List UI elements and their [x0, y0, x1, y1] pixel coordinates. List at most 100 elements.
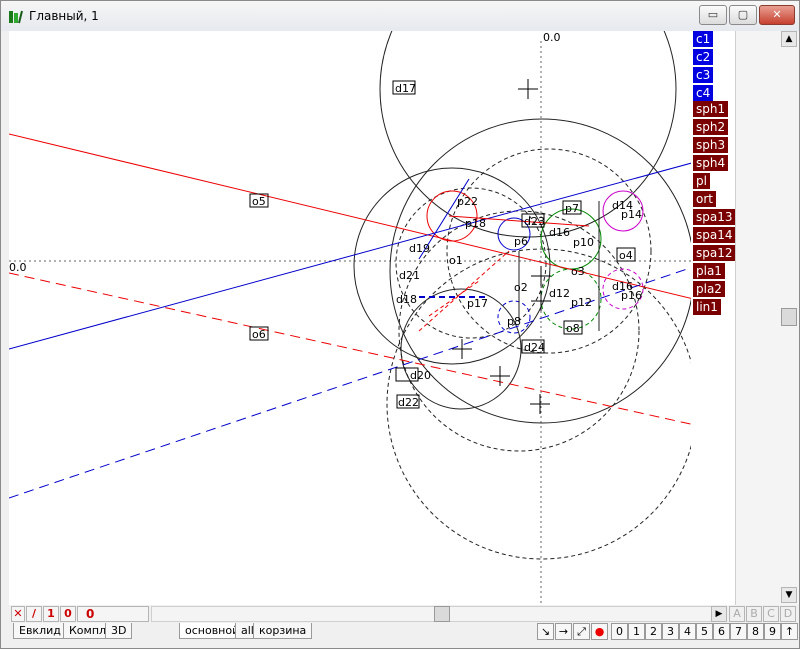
label-d16[interactable]: d16: [549, 226, 570, 239]
label-d24[interactable]: d24: [524, 341, 545, 354]
scroll-down-button[interactable]: ▼: [781, 587, 797, 603]
number-button-8[interactable]: 8: [747, 623, 764, 640]
vertical-scrollbar[interactable]: ▲ ▼: [735, 31, 799, 605]
label-d21[interactable]: d21: [399, 269, 420, 282]
tab-trash[interactable]: корзина: [253, 623, 313, 639]
object-label: c3: [696, 68, 711, 82]
circle-d23[interactable]: [395, 187, 547, 339]
number-button-5[interactable]: 5: [696, 623, 713, 640]
title-bar[interactable]: Главный, 1 ▭ ▢ ✕: [1, 1, 799, 31]
object-item-sph1[interactable]: sph1: [693, 101, 729, 117]
scroll-up-button[interactable]: ▲: [781, 31, 797, 47]
number-button-1[interactable]: 1: [628, 623, 645, 640]
object-label: pl: [696, 174, 707, 188]
layer-b-button[interactable]: B: [746, 606, 762, 622]
label-o4[interactable]: o4: [619, 249, 633, 262]
object-item-ort[interactable]: ort: [693, 191, 716, 207]
svg-text:d12: d12: [549, 287, 570, 300]
layer-c-button[interactable]: C: [763, 606, 779, 622]
nav-record-button[interactable]: ●: [591, 623, 608, 640]
label-d17[interactable]: d17: [395, 82, 416, 95]
svg-text:o3: o3: [571, 265, 585, 278]
svg-text:p22: p22: [457, 195, 478, 208]
label-o5[interactable]: o5: [252, 195, 266, 208]
red-line-o5[interactable]: [9, 133, 691, 308]
geometry-drawing[interactable]: 0.0 0.0 d17 o5 o6 d19 d21 d18 d20 d22 d2…: [9, 31, 691, 605]
label-p18[interactable]: p18: [465, 217, 486, 230]
blue-line[interactable]: [9, 161, 691, 350]
layer-a-button[interactable]: A: [729, 606, 745, 622]
label-p17[interactable]: p17: [467, 297, 488, 310]
number-button-4[interactable]: 4: [679, 623, 696, 640]
svg-text:p10: p10: [573, 236, 594, 249]
object-item-spa13[interactable]: spa13: [693, 209, 736, 225]
label-d22[interactable]: d22: [398, 396, 419, 409]
svg-text:d20: d20: [410, 369, 431, 382]
label-p22[interactable]: p22: [457, 195, 478, 208]
label-d18[interactable]: d18: [396, 293, 417, 306]
label-d20[interactable]: d20: [410, 369, 431, 382]
object-label: spa12: [696, 246, 733, 260]
object-item-pla2[interactable]: pla2: [693, 281, 725, 297]
number-button-6[interactable]: 6: [713, 623, 730, 640]
label-p7[interactable]: p7: [565, 202, 579, 215]
label-o1[interactable]: o1: [449, 254, 463, 267]
number-button-0[interactable]: 0: [611, 623, 628, 640]
tab-bar: Евклид Компл. 3D основной all корзина ↘ …: [9, 623, 799, 645]
object-item-c2[interactable]: c2: [693, 49, 714, 65]
label-d19[interactable]: d19: [409, 242, 430, 255]
label-o2[interactable]: o2: [514, 281, 528, 294]
tab-3d[interactable]: 3D: [105, 623, 133, 639]
label-p16[interactable]: p16: [621, 289, 642, 302]
label-p14[interactable]: p14: [621, 208, 642, 221]
number-button-9[interactable]: 9: [764, 623, 781, 640]
window-controls: ▭ ▢ ✕: [699, 5, 795, 25]
main-window: Главный, 1 ▭ ▢ ✕ 0.0 0.0 d17 o5 o6 d19 d…: [0, 0, 800, 649]
object-item-pl[interactable]: pl: [693, 173, 710, 189]
horizontal-scroll-thumb[interactable]: [434, 606, 450, 622]
label-o8[interactable]: o8: [566, 322, 580, 335]
label-o3[interactable]: o3: [571, 265, 585, 278]
tab-euclid[interactable]: Евклид: [13, 623, 67, 639]
label-p10[interactable]: p10: [573, 236, 594, 249]
minimize-button[interactable]: ▭: [699, 5, 727, 25]
svg-text:p12: p12: [571, 296, 592, 309]
svg-text:d19: d19: [409, 242, 430, 255]
maximize-button[interactable]: ▢: [729, 5, 757, 25]
drawing-canvas[interactable]: 0.0 0.0 d17 o5 o6 d19 d21 d18 d20 d22 d2…: [9, 31, 691, 605]
object-item-sph2[interactable]: sph2: [693, 119, 729, 135]
zero-tool-button[interactable]: 0: [60, 606, 76, 622]
delete-tool-button[interactable]: ✕: [11, 606, 25, 622]
object-item-sph3[interactable]: sph3: [693, 137, 729, 153]
layer-d-button[interactable]: D: [780, 606, 796, 622]
label-p6[interactable]: p6: [514, 235, 528, 248]
object-item-spa14[interactable]: spa14: [693, 227, 736, 243]
nav-right-button[interactable]: →: [555, 623, 572, 640]
line-tool-button[interactable]: /: [26, 606, 42, 622]
object-item-c1[interactable]: c1: [693, 31, 714, 47]
scroll-right-button[interactable]: ▶: [711, 606, 727, 622]
object-item-lin1[interactable]: lin1: [693, 299, 721, 315]
number-button-2[interactable]: 2: [645, 623, 662, 640]
object-item-c4[interactable]: c4: [693, 85, 714, 101]
svg-text:p18: p18: [465, 217, 486, 230]
one-tool-button[interactable]: 1: [43, 606, 59, 622]
number-button-3[interactable]: 3: [662, 623, 679, 640]
object-item-spa12[interactable]: spa12: [693, 245, 736, 261]
app-logo-icon: [9, 10, 23, 24]
label-p8[interactable]: p8: [507, 315, 521, 328]
label-o6[interactable]: o6: [252, 328, 266, 341]
nav-diagonal-button[interactable]: ↘: [537, 623, 554, 640]
nav-expand-button[interactable]: ⤢: [573, 623, 590, 640]
svg-text:d22: d22: [398, 396, 419, 409]
object-item-sph4[interactable]: sph4: [693, 155, 729, 171]
close-button[interactable]: ✕: [759, 5, 795, 25]
label-d23[interactable]: d23: [524, 215, 545, 228]
object-item-c3[interactable]: c3: [693, 67, 714, 83]
vertical-scroll-thumb[interactable]: [781, 308, 797, 326]
object-item-pla1[interactable]: pla1: [693, 263, 725, 279]
up-arrow-button[interactable]: ↑: [781, 623, 798, 640]
number-button-7[interactable]: 7: [730, 623, 747, 640]
label-p12[interactable]: p12: [571, 296, 592, 309]
label-d12[interactable]: d12: [549, 287, 570, 300]
